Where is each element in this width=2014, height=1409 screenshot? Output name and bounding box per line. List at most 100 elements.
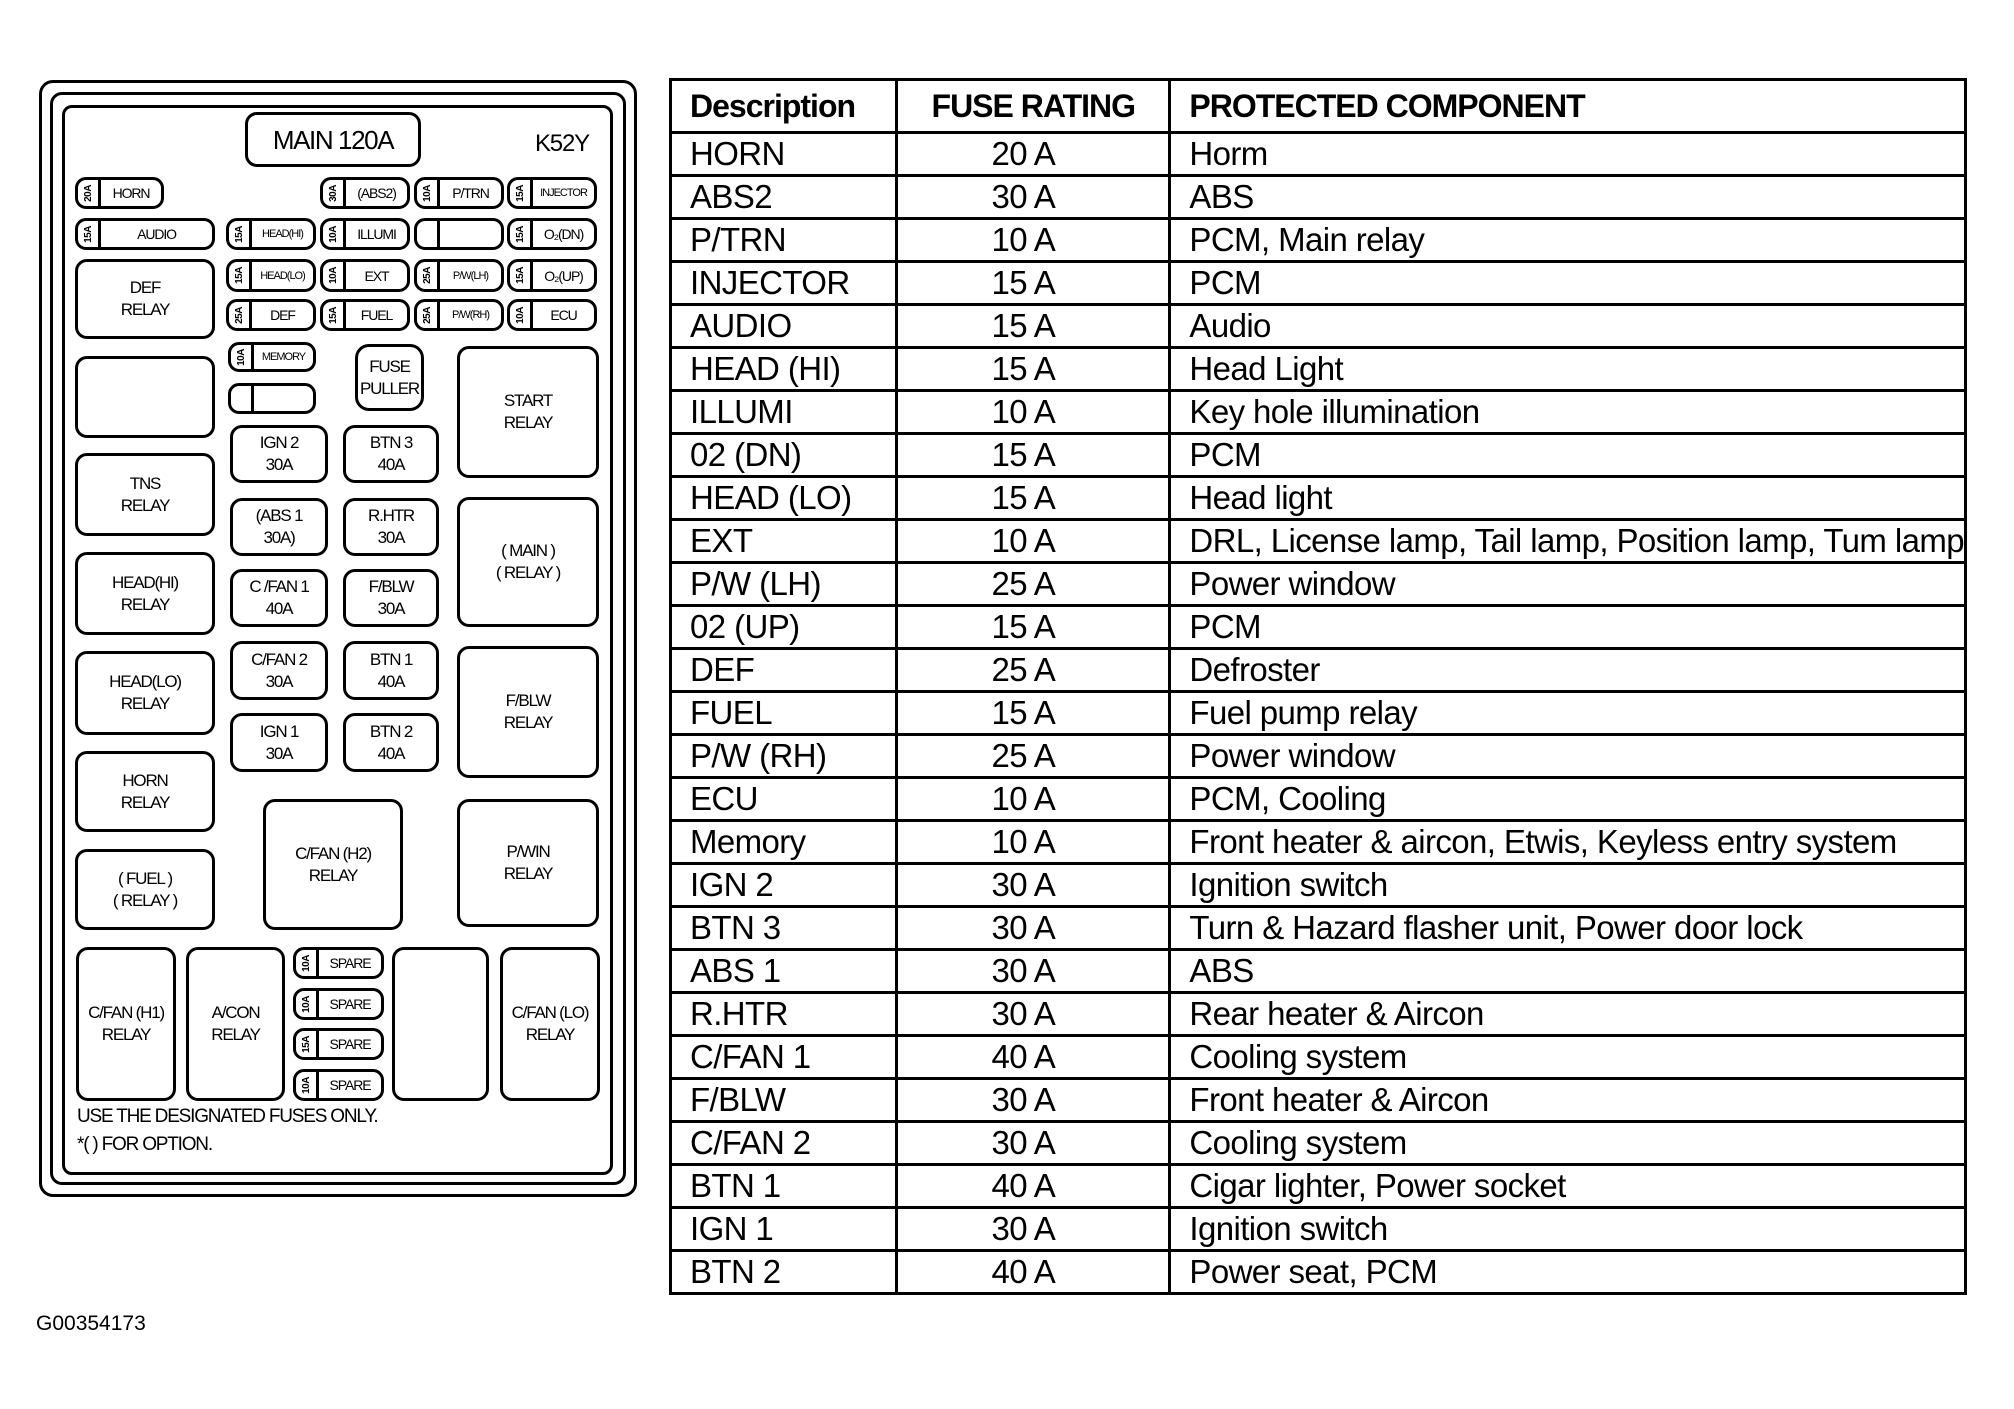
cell-description: HEAD (HI)	[668, 346, 899, 392]
fuse-rating-cap: 10A	[296, 1072, 319, 1098]
cell-description: 02 (UP)	[668, 604, 899, 650]
cell-protected-component: Head Light	[1168, 346, 1967, 392]
relay-fblw: F/BLW RELAY	[457, 646, 599, 778]
table-row: ILLUMI 10 A Key hole illumination	[668, 389, 1967, 435]
cell-description: EXT	[668, 518, 899, 564]
cell-fuse-rating: 15 A	[895, 260, 1172, 306]
cell-description: IGN 2	[668, 862, 899, 908]
cell-description: HEAD (LO)	[668, 475, 899, 521]
fuse-label: ECU	[550, 307, 577, 323]
fuse-ext: 10A EXT	[320, 259, 410, 292]
cell-description: IGN 1	[668, 1206, 899, 1252]
fuse-head-hi: 15A HEAD(HI)	[226, 218, 316, 250]
cell-fuse-rating: 20 A	[895, 131, 1172, 177]
cell-fuse-rating: 30 A	[895, 1077, 1172, 1123]
fuse-label	[440, 221, 501, 247]
relay-horn: HORN RELAY	[75, 751, 215, 832]
fuse-puller: FUSE PULLER	[355, 344, 424, 411]
fuse-rating-cap: 15A	[78, 221, 101, 247]
cell-protected-component: Power window	[1168, 561, 1967, 607]
table-row: IGN 1 30 A Ignition switch	[668, 1206, 1967, 1252]
table-row: FUEL 15 A Fuel pump relay	[668, 690, 1967, 736]
column-header-description: Description	[668, 78, 899, 134]
table-row: INJECTOR 15 A PCM	[668, 260, 1967, 306]
table-row: AUDIO 15 A Audio	[668, 303, 1967, 349]
cell-description: HORN	[668, 131, 899, 177]
cell-protected-component: PCM	[1168, 260, 1967, 306]
fuse-label: HEAD(LO)	[260, 269, 306, 282]
fuse-rating-cap: 15A	[510, 180, 533, 206]
cell-fuse-rating: 10 A	[895, 217, 1172, 263]
fuse-ecu: 10A ECU	[507, 299, 597, 331]
fuse-label: AUDIO	[137, 226, 177, 242]
cell-fuse-rating: 15 A	[895, 346, 1172, 392]
fuse-rating-cap: 30A	[323, 180, 346, 206]
table-row: ABS2 30 A ABS	[668, 174, 1967, 220]
cell-fuse-rating: 40 A	[895, 1249, 1172, 1295]
fuse-rating-cap: 10A	[323, 262, 346, 289]
table-row: BTN 3 30 A Turn & Hazard flasher unit, Pow…	[668, 905, 1967, 951]
cell-protected-component: Audio	[1168, 303, 1967, 349]
fuse-label: O₂(DN)	[543, 226, 584, 242]
fuse-abs2: 30A (ABS2)	[320, 177, 410, 209]
fuse-btn1: BTN 1 40A	[343, 641, 439, 700]
fuse-spare: 10A SPARE	[293, 988, 384, 1020]
table-row: P/TRN 10 A PCM, Main relay	[668, 217, 1967, 263]
fuse-btn2: BTN 2 40A	[343, 713, 439, 772]
cell-description: DEF	[668, 647, 899, 693]
fuse-label: DEF	[270, 307, 296, 323]
relay-start: START RELAY	[457, 346, 599, 478]
fuse-ptrn: 10A P/TRN	[414, 177, 504, 209]
cell-protected-component: Key hole illumination	[1168, 389, 1967, 435]
cell-protected-component: Power window	[1168, 733, 1967, 779]
cell-fuse-rating: 30 A	[895, 1206, 1172, 1252]
cell-description: BTN 2	[668, 1249, 899, 1295]
relay-main: ( MAIN )( RELAY )	[457, 497, 599, 627]
cell-fuse-rating: 10 A	[895, 389, 1172, 435]
cell-fuse-rating: 25 A	[895, 561, 1172, 607]
table-header-row: Description FUSE RATING PROTECTED COMPON…	[668, 78, 1967, 134]
cell-fuse-rating: 15 A	[895, 690, 1172, 736]
relay-fuel: ( FUEL )( RELAY )	[75, 849, 215, 930]
fuse-rating-cap: 25A	[417, 302, 440, 328]
cell-fuse-rating: 30 A	[895, 948, 1172, 994]
fuse-rating-cap: 25A	[417, 262, 440, 289]
column-header-protected-component: PROTECTED COMPONENT	[1168, 78, 1967, 134]
fuse-btn3: BTN 3 40A	[343, 425, 439, 483]
note-option: *( ) FOR OPTION.	[77, 1134, 213, 1155]
cell-protected-component: DRL, License lamp, Tail lamp, Position l…	[1168, 518, 1967, 564]
fuse-rating-cap	[231, 386, 254, 411]
relay-pwin: P/WIN RELAY	[457, 799, 599, 927]
cell-fuse-rating: 15 A	[895, 475, 1172, 521]
cell-protected-component: Horm	[1168, 131, 1967, 177]
fuse-label: P/TRN	[452, 185, 490, 201]
cell-protected-component: ABS	[1168, 174, 1967, 220]
fuse-rating-cap: 20A	[78, 180, 101, 206]
cell-protected-component: Ignition switch	[1168, 862, 1967, 908]
fuse-puller-label: PULLER	[360, 378, 420, 398]
table-row: Memory 10 A Front heater & aircon, Etwis, …	[668, 819, 1967, 865]
fuse-ign1: IGN 1 30A	[230, 713, 328, 772]
fuse-label: MEMORY	[261, 351, 306, 363]
cell-fuse-rating: 25 A	[895, 733, 1172, 779]
cell-fuse-rating: 15 A	[895, 432, 1172, 478]
table-row: ECU 10 A PCM, Cooling	[668, 776, 1967, 822]
fuse-head-lo: 15A HEAD(LO)	[226, 259, 316, 292]
cell-description: P/TRN	[668, 217, 899, 263]
cell-description: FUEL	[668, 690, 899, 736]
cell-protected-component: Cigar lighter, Power socket	[1168, 1163, 1967, 1209]
cell-description: F/BLW	[668, 1077, 899, 1123]
fuse-rating-cap: 15A	[229, 262, 252, 289]
cell-description: ABS2	[668, 174, 899, 220]
fuse-table: Description FUSE RATING PROTECTED COMPON…	[668, 78, 1967, 1295]
cell-description: ILLUMI	[668, 389, 899, 435]
cell-description: BTN 1	[668, 1163, 899, 1209]
fuse-fblw: F/BLW 30A	[343, 569, 439, 627]
cell-fuse-rating: 10 A	[895, 819, 1172, 865]
box-code: K52Y	[535, 130, 590, 157]
cell-description: AUDIO	[668, 303, 899, 349]
fuse-rating-cap: 10A	[231, 345, 254, 369]
fuse-horn: 20A HORN	[75, 177, 164, 209]
fuse-o2-up: 15A O₂(UP)	[507, 259, 597, 292]
note-designated-fuses: USE THE DESIGNATED FUSES ONLY.	[77, 1106, 379, 1127]
